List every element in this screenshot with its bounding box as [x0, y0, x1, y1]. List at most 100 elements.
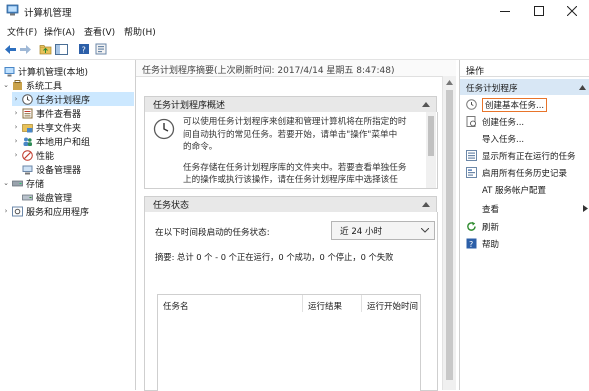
action-label: 帮助	[482, 239, 500, 250]
tree-item-storage[interactable]: ⌄ 存储	[2, 176, 44, 190]
tree-item-shared-folders[interactable]: › 共享文件夹	[12, 120, 81, 134]
tree-label: 磁盘管理	[36, 193, 73, 204]
chevron-right-icon[interactable]: ›	[12, 151, 20, 159]
task-icon	[466, 116, 477, 127]
tools-icon	[12, 79, 23, 91]
device-manager-icon	[22, 164, 33, 175]
title-bar: 计算机管理	[0, 0, 589, 22]
event-viewer-icon	[22, 108, 33, 119]
action-label: 查看	[482, 204, 500, 215]
overview-scrollbar[interactable]	[426, 112, 436, 188]
actions-panel: 操作 任务计划程序 创建基本任务... 创建任务... 导入任务... 显示所有…	[459, 60, 589, 390]
services-icon	[12, 206, 23, 217]
users-icon	[22, 136, 33, 147]
menu-file[interactable]: 文件(F)	[7, 25, 37, 38]
properties-icon[interactable]	[93, 42, 108, 56]
tree-label: 计算机管理(本地)	[18, 67, 89, 78]
tree-item-computer-management[interactable]: 计算机管理(本地)	[2, 64, 88, 78]
chevron-down-icon[interactable]: ⌄	[2, 81, 10, 89]
tree-label: 性能	[36, 151, 55, 162]
tree-item-event-viewer[interactable]: › 事件查看器	[12, 106, 81, 120]
menu-action[interactable]: 操作(A)	[44, 25, 75, 38]
tree-item-performance[interactable]: › 性能	[12, 148, 54, 162]
forward-icon[interactable]	[18, 42, 33, 56]
overview-line: 的命令。	[183, 142, 218, 152]
collapse-icon[interactable]	[422, 202, 430, 207]
actions-section-header[interactable]: 任务计划程序	[460, 79, 589, 95]
chevron-down-icon[interactable]: ⌄	[2, 179, 10, 187]
close-button[interactable]	[555, 0, 589, 22]
help-book-icon[interactable]: ?	[76, 42, 91, 56]
action-label: 显示所有正在运行的任务	[482, 151, 576, 162]
scrollbar-thumb[interactable]	[446, 90, 453, 380]
chevron-right-icon[interactable]: ›	[12, 95, 20, 103]
tree-item-task-scheduler[interactable]: › 任务计划程序	[12, 92, 134, 106]
action-show-running-tasks[interactable]: 显示所有正在运行的任务	[460, 148, 589, 163]
task-table: 任务名 运行结果 运行开始时间	[157, 294, 421, 391]
actions-title: 操作	[466, 67, 485, 77]
status-summary: 摘要: 总计 0 个 - 0 个正在运行，0 个成功，0 个停止，0 个失败	[155, 252, 394, 262]
overview-title: 任务计划程序概述	[153, 101, 226, 111]
svg-text:?: ?	[81, 45, 85, 54]
period-value: 近 24 小时	[340, 227, 383, 237]
action-label: 启用所有任务历史记录	[482, 168, 568, 179]
tree-item-device-manager[interactable]: 设备管理器	[12, 162, 81, 176]
action-create-task[interactable]: 创建任务...	[460, 114, 589, 129]
action-import-task[interactable]: 导入任务...	[460, 131, 589, 146]
period-dropdown[interactable]: 近 24 小时	[331, 221, 435, 240]
collapse-icon[interactable]	[422, 102, 430, 107]
tree-item-services-apps[interactable]: › 服务和应用程序	[2, 204, 89, 218]
refresh-icon	[466, 221, 477, 232]
action-enable-history[interactable]: 启用所有任务历史记录	[460, 165, 589, 180]
tree-item-disk-management[interactable]: 磁盘管理	[12, 190, 72, 204]
chevron-right-icon[interactable]: ›	[2, 207, 10, 215]
menu-view[interactable]: 查看(V)	[84, 25, 115, 38]
history-icon	[466, 167, 477, 178]
main-scrollbar[interactable]	[442, 76, 456, 390]
actions-section-title: 任务计划程序	[466, 84, 518, 94]
performance-icon	[22, 149, 33, 161]
tree-label: 系统工具	[26, 81, 63, 92]
chevron-right-icon[interactable]: ›	[12, 137, 20, 145]
minimize-button[interactable]	[488, 0, 522, 22]
menu-help[interactable]: 帮助(H)	[124, 25, 156, 38]
back-icon[interactable]	[3, 42, 18, 56]
tree-label: 设备管理器	[36, 165, 82, 176]
svg-text:?: ?	[469, 240, 473, 249]
status-section-header[interactable]: 任务状态	[144, 196, 437, 213]
tree-label: 存储	[26, 179, 45, 190]
show-hide-tree-icon[interactable]	[54, 42, 69, 56]
computer-management-icon	[4, 66, 15, 77]
scroll-up-icon[interactable]	[446, 80, 453, 85]
collapse-icon[interactable]	[579, 85, 586, 90]
scrollbar-thumb[interactable]	[428, 116, 434, 156]
status-title: 任务状态	[153, 201, 190, 211]
up-folder-icon[interactable]	[38, 42, 53, 56]
overview-section-header[interactable]: 任务计划程序概述	[144, 96, 437, 113]
wizard-icon	[466, 99, 477, 110]
overview-line: 间自动执行的常见任务。若要开始，请单击"操作"菜单中	[183, 129, 398, 140]
summary-title: 任务计划程序摘要(上次刷新时间: 2017/4/14 星期五 8:47:48)	[142, 66, 395, 76]
action-create-basic-task[interactable]: 创建基本任务...	[460, 97, 589, 112]
tree-item-local-users[interactable]: › 本地用户和组	[12, 134, 90, 148]
action-label: 创建任务...	[482, 117, 525, 128]
column-header-run-start[interactable]: 运行开始时间	[367, 300, 418, 312]
action-at-service-config[interactable]: AT 服务帐户配置	[460, 182, 589, 197]
chevron-right-icon[interactable]: ›	[12, 109, 20, 117]
action-view[interactable]: 查看	[460, 201, 589, 216]
action-help[interactable]: ? 帮助	[460, 236, 589, 251]
overview-line: 可以使用任务计划程序来创建和管理计算机将在所指定的时	[183, 117, 407, 127]
tree-label: 共享文件夹	[36, 123, 82, 134]
maximize-button[interactable]	[522, 0, 556, 22]
tree-item-system-tools[interactable]: ⌄ 系统工具	[2, 78, 62, 92]
status-period-label: 在以下时间段启动的任务状态:	[155, 228, 270, 238]
tree-label: 事件查看器	[36, 109, 82, 120]
summary-header: 任务计划程序摘要(上次刷新时间: 2017/4/14 星期五 8:47:48)	[136, 60, 456, 77]
chevron-right-icon[interactable]: ›	[12, 123, 20, 131]
computer-management-icon	[6, 4, 19, 17]
column-header-run-result[interactable]: 运行结果	[308, 300, 342, 312]
action-refresh[interactable]: 刷新	[460, 219, 589, 234]
column-header-task-name[interactable]: 任务名	[163, 300, 189, 312]
disk-icon	[22, 192, 33, 203]
actions-header: 操作	[460, 60, 589, 77]
